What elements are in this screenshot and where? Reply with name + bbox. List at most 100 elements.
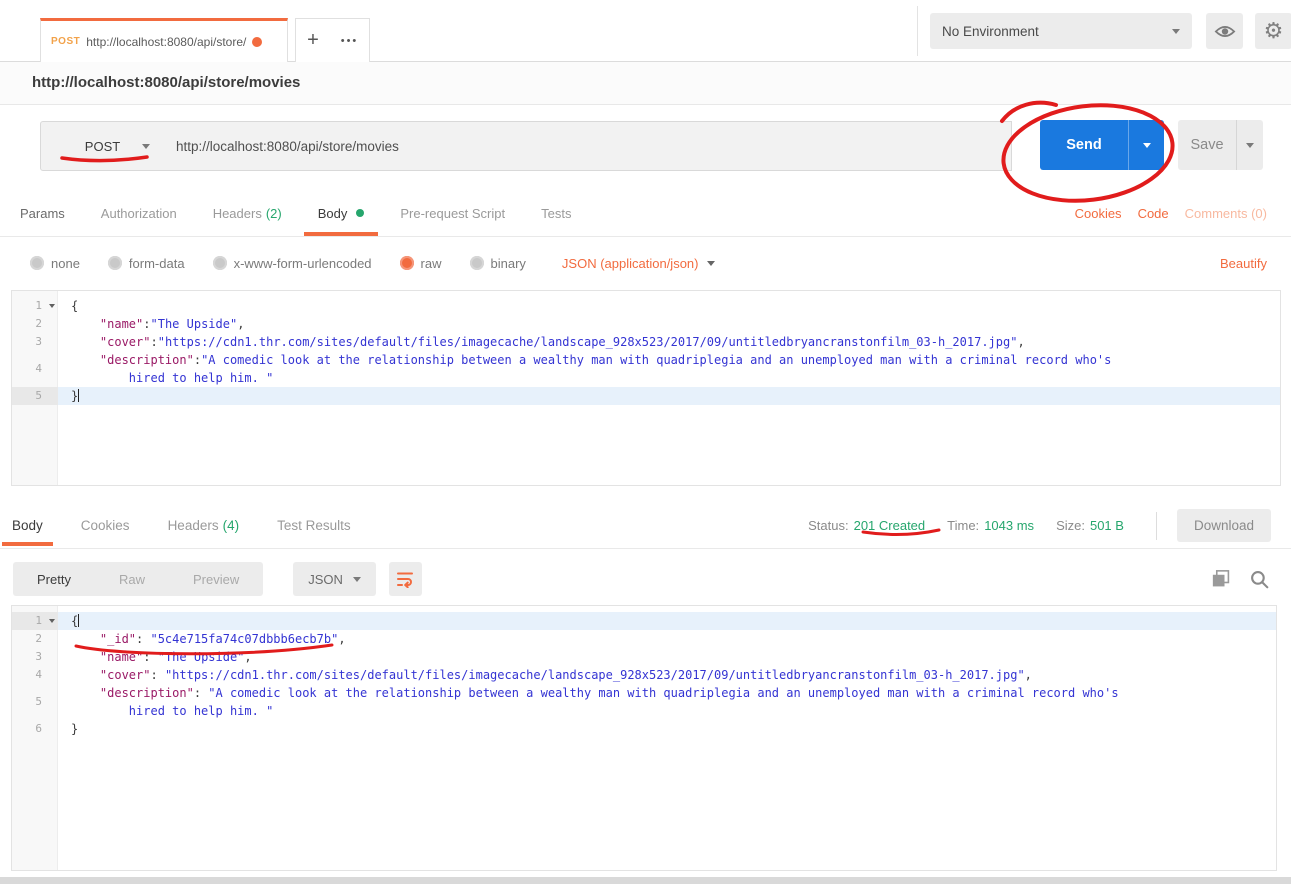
mode-x-www-form-urlencoded[interactable]: x-www-form-urlencoded: [213, 256, 372, 271]
code-text[interactable]: {: [58, 297, 1280, 315]
line-number: 4: [12, 351, 58, 387]
send-options-button[interactable]: [1128, 120, 1164, 170]
tab-authorization[interactable]: Authorization: [101, 206, 177, 221]
environment-select-value: No Environment: [942, 24, 1039, 39]
request-tab-open[interactable]: POST http://localhost:8080/api/store/: [40, 18, 288, 62]
copy-icon[interactable]: [1212, 570, 1230, 588]
mode-form-data[interactable]: form-data: [108, 256, 185, 271]
body-mode-row: none form-data x-www-form-urlencoded raw…: [0, 237, 1291, 289]
code-line[interactable]: 1{: [12, 612, 1276, 630]
tab-params[interactable]: Params: [20, 206, 65, 221]
send-button-label[interactable]: Send: [1040, 120, 1128, 170]
code-line[interactable]: 4 "cover": "https://cdn1.thr.com/sites/d…: [12, 666, 1276, 684]
save-button-label[interactable]: Save: [1178, 120, 1236, 170]
environment-quicklook-button[interactable]: [1206, 13, 1243, 49]
beautify-link[interactable]: Beautify: [1220, 256, 1267, 271]
fold-caret-icon[interactable]: [45, 304, 58, 308]
response-format-select[interactable]: JSON: [293, 562, 376, 596]
radio-icon: [213, 256, 227, 270]
response-body-editor[interactable]: 1{2 "_id": "5c4e715fa74c07dbbb6ecb7b",3 …: [11, 605, 1277, 871]
code-line[interactable]: 3 "cover":"https://cdn1.thr.com/sites/de…: [12, 333, 1280, 351]
time-value: 1043 ms: [984, 518, 1034, 533]
code-text[interactable]: "name": "The Upside",: [58, 648, 1276, 666]
code-line[interactable]: 2 "_id": "5c4e715fa74c07dbbb6ecb7b",: [12, 630, 1276, 648]
tab-body[interactable]: Body: [318, 206, 365, 221]
view-raw-tab[interactable]: Raw: [95, 572, 169, 587]
response-tab-body[interactable]: Body: [12, 518, 43, 533]
request-links: Cookies Code Comments (0): [1075, 206, 1267, 221]
method-select[interactable]: POST: [40, 121, 165, 171]
tab-options-button[interactable]: •••: [330, 18, 370, 62]
line-number: 4: [12, 666, 58, 684]
request-builder: POST http://localhost:8080/api/store/mov…: [0, 105, 1291, 190]
code-line[interactable]: 6}: [12, 720, 1276, 738]
wrap-lines-button[interactable]: [389, 562, 422, 596]
response-tab-cookies[interactable]: Cookies: [81, 518, 130, 533]
code-line[interactable]: 4 "description":"A comedic look at the r…: [12, 351, 1280, 387]
code-text[interactable]: "cover":"https://cdn1.thr.com/sites/defa…: [58, 333, 1280, 351]
request-tabs: Params Authorization Headers(2) Body Pre…: [0, 190, 1291, 237]
chevron-down-icon: [353, 577, 361, 582]
request-body-editor[interactable]: 1{2 "name":"The Upside",3 "cover":"https…: [11, 290, 1281, 486]
view-preview-tab[interactable]: Preview: [169, 572, 263, 587]
response-meta: Status:201 Created Time:1043 ms Size:501…: [808, 509, 1271, 542]
text-cursor: [78, 389, 79, 402]
code-text[interactable]: "cover": "https://cdn1.thr.com/sites/def…: [58, 666, 1276, 684]
chevron-down-icon: [707, 261, 715, 266]
tab-tests[interactable]: Tests: [541, 206, 571, 221]
cookies-link[interactable]: Cookies: [1075, 206, 1122, 221]
horizontal-scrollbar[interactable]: [0, 877, 1291, 884]
comments-link[interactable]: Comments (0): [1185, 206, 1267, 221]
text-cursor: [78, 614, 79, 627]
mode-none[interactable]: none: [30, 256, 80, 271]
code-line[interactable]: 3 "name": "The Upside",: [12, 648, 1276, 666]
mode-raw[interactable]: raw: [400, 256, 442, 271]
content-type-select[interactable]: JSON (application/json): [562, 256, 716, 271]
code-text[interactable]: "description":"A comedic look at the rel…: [58, 351, 1280, 387]
request-title: http://localhost:8080/api/store/movies: [0, 62, 1291, 105]
radio-selected-icon: [400, 256, 414, 270]
radio-icon: [470, 256, 484, 270]
mode-binary[interactable]: binary: [470, 256, 526, 271]
code-line[interactable]: 2 "name":"The Upside",: [12, 315, 1280, 333]
response-tab-test-results[interactable]: Test Results: [277, 518, 351, 533]
send-button[interactable]: Send: [1040, 120, 1164, 170]
save-button[interactable]: Save: [1178, 120, 1263, 170]
line-number: 5: [12, 684, 58, 720]
eye-icon: [1214, 24, 1236, 39]
code-text[interactable]: "_id": "5c4e715fa74c07dbbb6ecb7b",: [58, 630, 1276, 648]
fold-caret-icon[interactable]: [45, 619, 58, 623]
code-line[interactable]: 5 "description": "A comedic look at the …: [12, 684, 1276, 720]
code-link[interactable]: Code: [1138, 206, 1169, 221]
radio-icon: [30, 256, 44, 270]
meta-divider: [1156, 512, 1157, 540]
code-text[interactable]: "name":"The Upside",: [58, 315, 1280, 333]
settings-button[interactable]: ⚙: [1255, 13, 1291, 49]
status-badge: 201 Created: [854, 518, 926, 533]
radio-icon: [108, 256, 122, 270]
save-options-button[interactable]: [1236, 120, 1263, 170]
response-tab-headers[interactable]: Headers(4): [168, 518, 240, 533]
environment-select[interactable]: No Environment: [930, 13, 1192, 49]
tab-pre-request-script[interactable]: Pre-request Script: [400, 206, 505, 221]
line-number: 1: [12, 612, 58, 630]
search-icon[interactable]: [1250, 570, 1269, 589]
response-tabs: Body Cookies Headers(4) Test Results Sta…: [0, 503, 1291, 549]
method-select-value: POST: [85, 139, 120, 154]
code-text[interactable]: }: [58, 387, 1280, 405]
url-input[interactable]: http://localhost:8080/api/store/movies: [164, 121, 1012, 171]
url-input-value: http://localhost:8080/api/store/movies: [176, 139, 399, 154]
new-tab-button[interactable]: +: [295, 18, 331, 62]
code-text[interactable]: }: [58, 720, 1276, 738]
line-number: 3: [12, 333, 58, 351]
chevron-down-icon: [1172, 29, 1180, 34]
tab-headers[interactable]: Headers(2): [213, 206, 282, 221]
code-text[interactable]: "description": "A comedic look at the re…: [58, 684, 1276, 720]
view-pretty-tab[interactable]: Pretty: [13, 572, 95, 587]
status-label: Status:: [808, 518, 848, 533]
code-line[interactable]: 1{: [12, 297, 1280, 315]
code-text[interactable]: {: [58, 612, 1276, 630]
download-button[interactable]: Download: [1177, 509, 1271, 542]
code-line[interactable]: 5}: [12, 387, 1280, 405]
gear-icon: ⚙: [1264, 20, 1284, 42]
